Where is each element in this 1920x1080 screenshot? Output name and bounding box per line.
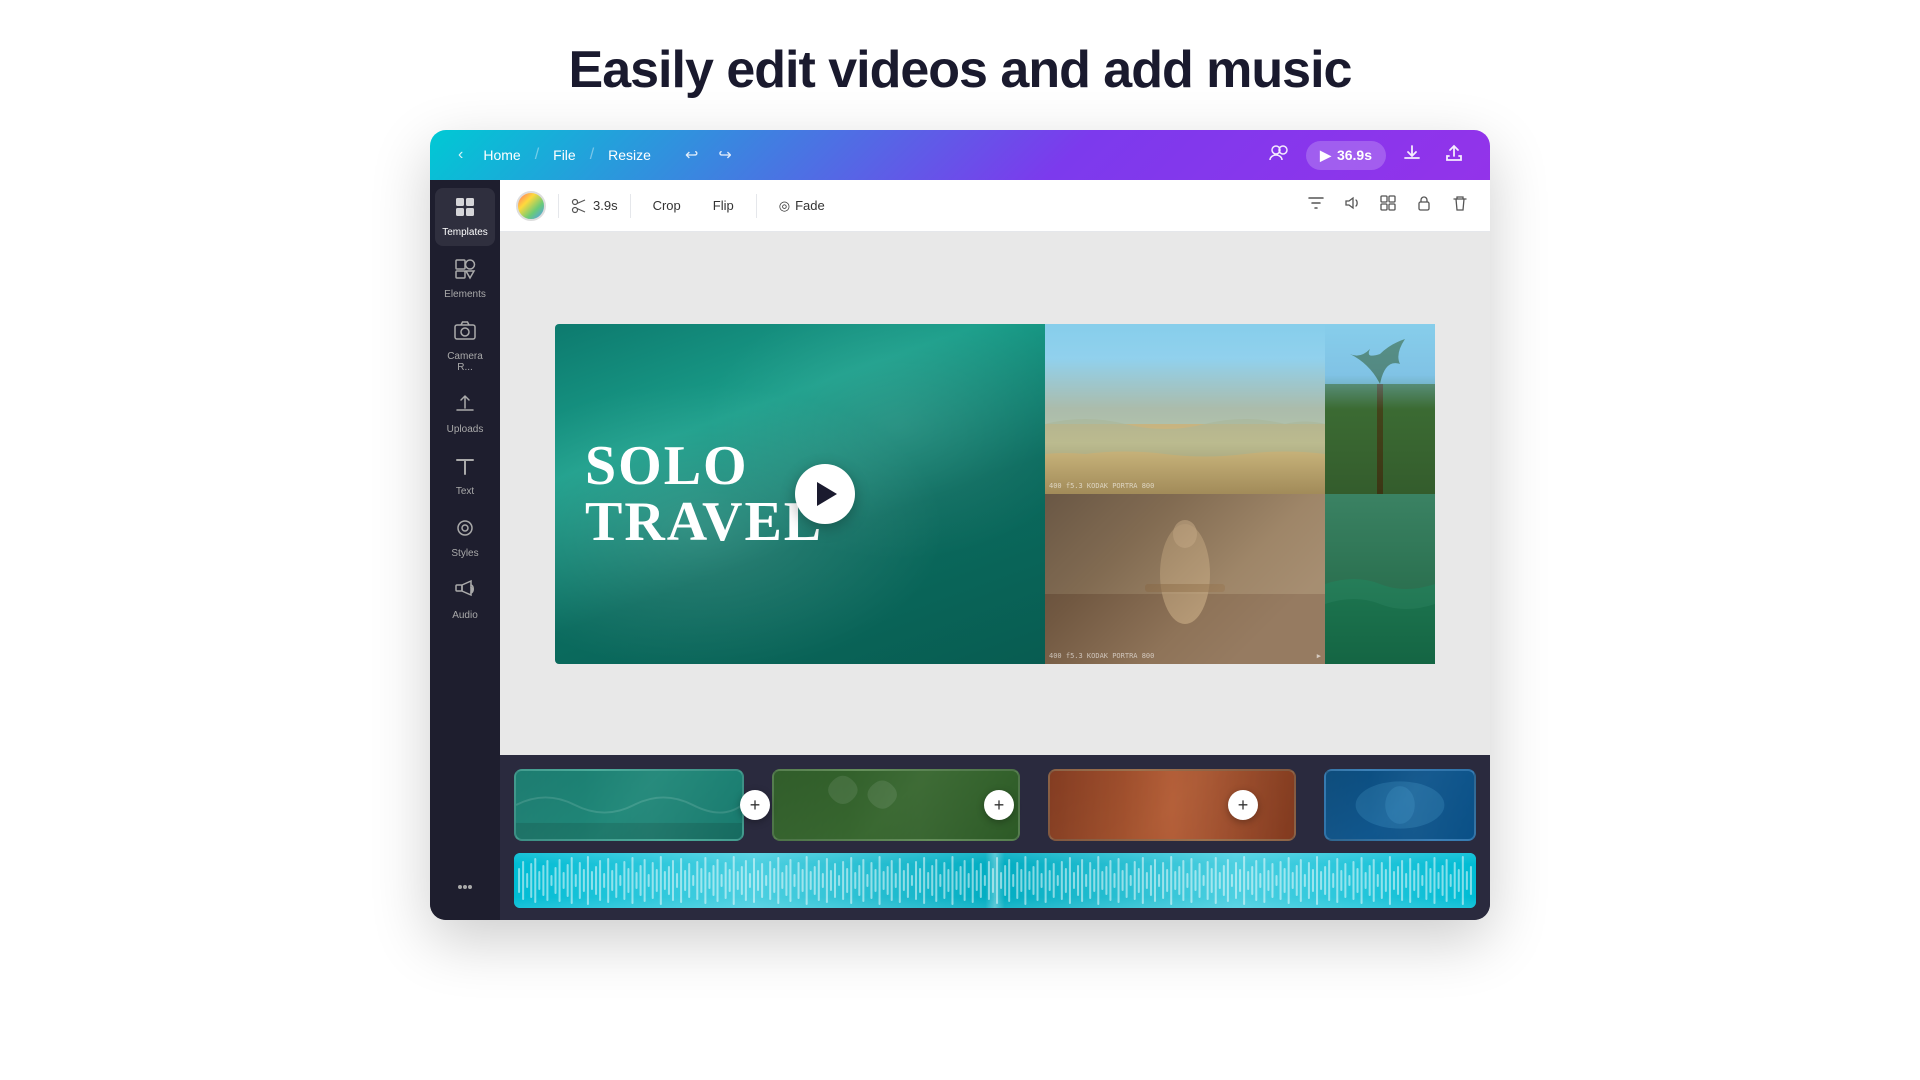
editor-wrapper: ‹ Home / File / Resize ↩ ↪ xyxy=(0,130,1920,920)
waveform-svg: // Generated inline - static bars for wa… xyxy=(514,853,1476,908)
styles-icon xyxy=(454,517,476,545)
sidebar-item-elements[interactable]: Elements xyxy=(435,250,495,308)
timeline-clips: + + xyxy=(514,765,1476,845)
back-button[interactable]: ‹ xyxy=(450,140,471,170)
top-bar: ‹ Home / File / Resize ↩ ↪ xyxy=(430,130,1490,180)
lock-button[interactable] xyxy=(1410,189,1438,222)
sidebar-item-uploads[interactable]: Uploads xyxy=(435,385,495,443)
audio-icon xyxy=(454,579,476,607)
resize-nav[interactable]: Resize xyxy=(598,143,661,167)
sidebar-item-more[interactable] xyxy=(435,868,495,912)
collage-tropical-image[interactable]: › xyxy=(1325,494,1435,664)
templates-icon xyxy=(454,196,476,224)
collaborate-button[interactable] xyxy=(1262,136,1296,175)
file-nav[interactable]: File xyxy=(543,143,586,167)
camera-icon xyxy=(454,320,476,348)
redo-button[interactable]: ↪ xyxy=(710,139,739,171)
sidebar-item-styles[interactable]: Styles xyxy=(435,509,495,567)
more-icon xyxy=(454,876,476,904)
uploads-icon xyxy=(454,393,476,421)
add-clip-button-1[interactable]: + xyxy=(740,790,770,820)
fade-icon: ◎ xyxy=(779,198,790,214)
video-title-text: SOLO TRAVEL xyxy=(585,438,823,550)
play-icon: ▶ xyxy=(1320,147,1331,164)
right-collage: ▶ › xyxy=(1045,324,1435,664)
audio-waveform-track[interactable]: // Generated inline - static bars for wa… xyxy=(514,853,1476,908)
nav-buttons: ‹ Home / File / Resize xyxy=(450,140,661,170)
timeline: + + xyxy=(500,755,1490,920)
collage-bottom: ▶ › xyxy=(1045,494,1435,664)
duration-label: 36.9s xyxy=(1337,147,1372,163)
camera-label: Camera R... xyxy=(439,351,491,373)
editor-container: ‹ Home / File / Resize ↩ ↪ xyxy=(430,130,1490,920)
text-label: Text xyxy=(456,486,474,497)
templates-label: Templates xyxy=(442,227,488,238)
undo-button[interactable]: ↩ xyxy=(677,139,706,171)
page-title: Easily edit videos and add music xyxy=(0,40,1920,100)
timeline-clip-2[interactable] xyxy=(772,769,1020,841)
timeline-clip-3[interactable] xyxy=(1048,769,1296,841)
play-overlay-button[interactable] xyxy=(795,464,855,524)
elements-label: Elements xyxy=(444,289,486,300)
uploads-label: Uploads xyxy=(447,424,484,435)
share-icon xyxy=(1444,143,1464,163)
collage-top xyxy=(1045,324,1435,494)
canvas-area: SOLO TRAVEL xyxy=(500,232,1490,755)
sidebar-item-camera[interactable]: Camera R... xyxy=(435,312,495,381)
sidebar-item-audio[interactable]: Audio xyxy=(435,571,495,629)
crop-button[interactable]: Crop xyxy=(643,193,691,218)
flip-button[interactable]: Flip xyxy=(703,193,744,218)
grid-button[interactable] xyxy=(1374,189,1402,222)
audio-label: Audio xyxy=(452,610,478,621)
top-bar-right: ▶ 36.9s xyxy=(1262,136,1470,175)
editor-body: Templates Elements xyxy=(430,180,1490,920)
home-nav[interactable]: Home xyxy=(473,143,530,167)
volume-button[interactable] xyxy=(1338,189,1366,222)
collaborate-icon xyxy=(1268,142,1290,164)
top-bar-left: ‹ Home / File / Resize ↩ ↪ xyxy=(450,139,740,171)
toolbar-right xyxy=(1302,189,1474,222)
download-button[interactable] xyxy=(1396,137,1428,174)
scissors-icon xyxy=(571,198,587,214)
delete-button[interactable] xyxy=(1446,189,1474,222)
page-title-section: Easily edit videos and add music xyxy=(0,0,1920,130)
main-video-panel[interactable]: SOLO TRAVEL xyxy=(555,324,1045,664)
duration-display: 3.9s xyxy=(571,198,618,214)
elements-icon xyxy=(454,258,476,286)
play-button[interactable]: ▶ 36.9s xyxy=(1306,141,1386,170)
toolbar-divider-1 xyxy=(558,194,559,218)
nav-divider-2: / xyxy=(590,146,594,164)
filter-button[interactable] xyxy=(1302,189,1330,222)
share-button[interactable] xyxy=(1438,137,1470,174)
toolbar-divider-3 xyxy=(756,194,757,218)
main-content: 3.9s Crop Flip ◎ Fade xyxy=(500,180,1490,920)
video-canvas: SOLO TRAVEL xyxy=(555,324,1435,664)
collage-palm-image[interactable] xyxy=(1325,324,1435,494)
fade-button[interactable]: ◎ Fade xyxy=(769,193,835,219)
sidebar: Templates Elements xyxy=(430,180,500,920)
add-clip-button-3[interactable]: + xyxy=(1228,790,1258,820)
download-icon xyxy=(1402,143,1422,163)
collage-person-image[interactable]: ▶ xyxy=(1045,494,1325,664)
collage-beach-image[interactable] xyxy=(1045,324,1325,494)
text-icon xyxy=(454,455,476,483)
toolbar: 3.9s Crop Flip ◎ Fade xyxy=(500,180,1490,232)
sidebar-item-text[interactable]: Text xyxy=(435,447,495,505)
nav-divider-1: / xyxy=(535,146,539,164)
color-palette[interactable] xyxy=(516,191,546,221)
sidebar-item-templates[interactable]: Templates xyxy=(435,188,495,246)
timeline-clip-1[interactable] xyxy=(514,769,744,841)
styles-label: Styles xyxy=(451,548,478,559)
toolbar-divider-2 xyxy=(630,194,631,218)
clip-duration: 3.9s xyxy=(593,198,618,213)
timeline-clip-4[interactable] xyxy=(1324,769,1476,841)
add-clip-button-2[interactable]: + xyxy=(984,790,1014,820)
